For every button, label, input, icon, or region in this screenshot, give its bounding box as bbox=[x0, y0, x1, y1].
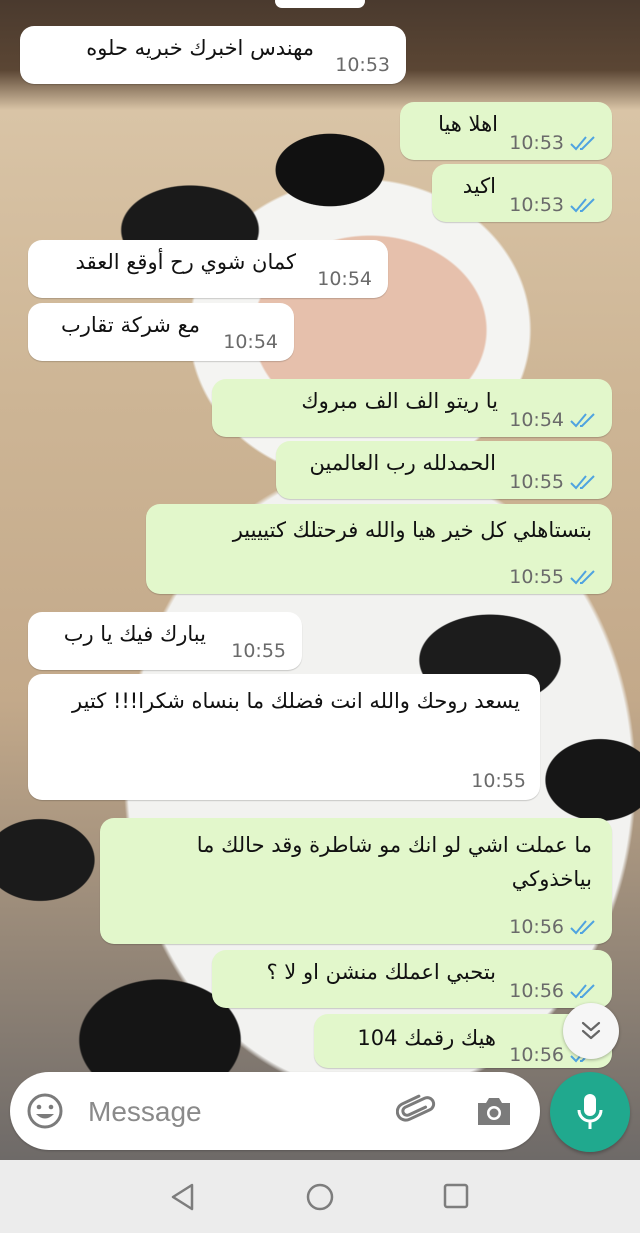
message-bubble-incoming[interactable]: يسعد روحك والله انت فضلك ما بنساه شكرا!!… bbox=[28, 674, 540, 800]
message-bubble-incoming[interactable]: مهندس اخبرك خبريه حلوه 10:53 bbox=[20, 26, 406, 84]
message-bubble-incoming[interactable]: مع شركة تقارب 10:54 bbox=[28, 303, 294, 361]
message-bubble-outgoing[interactable]: يا ريتو الف الف مبروك 10:54 bbox=[212, 379, 612, 437]
double-check-read-icon bbox=[570, 984, 595, 999]
home-circle-icon[interactable] bbox=[305, 1182, 335, 1212]
message-text: يا ريتو الف الف مبروك bbox=[301, 389, 498, 413]
double-check-read-icon bbox=[570, 920, 595, 935]
message-meta: 10:54 bbox=[509, 409, 598, 431]
message-input[interactable] bbox=[86, 1090, 390, 1134]
message-time: 10:55 bbox=[231, 640, 286, 662]
double-check-read-icon bbox=[570, 198, 595, 213]
message-time: 10:53 bbox=[335, 54, 390, 76]
scroll-to-bottom-button[interactable] bbox=[563, 1003, 619, 1059]
double-chevron-down-icon bbox=[581, 1021, 601, 1040]
message-text: يبارك فيك يا رب bbox=[63, 622, 206, 646]
double-check-read-icon bbox=[570, 570, 595, 585]
message-meta: 10:56 bbox=[509, 980, 598, 1002]
message-bubble-outgoing[interactable]: ما عملت اشي لو انك مو شاطرة وقد حالك ما … bbox=[100, 818, 612, 944]
message-text: يسعد روحك والله انت فضلك ما بنساه شكرا!!… bbox=[72, 689, 520, 713]
date-pill bbox=[275, 0, 365, 8]
message-bubble-outgoing[interactable]: بتستاهلي كل خير هيا والله فرحتلك كتيييير… bbox=[146, 504, 612, 594]
message-text: ما عملت اشي لو انك مو شاطرة وقد حالك ما … bbox=[196, 833, 592, 891]
message-meta: 10:53 bbox=[509, 194, 598, 216]
message-text: مهندس اخبرك خبريه حلوه bbox=[86, 36, 314, 60]
message-text: بتستاهلي كل خير هيا والله فرحتلك كتيييير bbox=[232, 518, 592, 542]
message-bubble-outgoing[interactable]: اهلا هيا 10:53 bbox=[400, 102, 612, 160]
message-text: اهلا هيا bbox=[438, 112, 498, 136]
message-text: بتحبي اعملك منشن او لا ؟ bbox=[266, 960, 496, 984]
message-bubble-outgoing[interactable]: اكيد 10:53 bbox=[432, 164, 612, 222]
voice-record-button[interactable] bbox=[550, 1072, 630, 1152]
message-bubble-incoming[interactable]: يبارك فيك يا رب 10:55 bbox=[28, 612, 302, 670]
message-time: 10:55 bbox=[471, 770, 526, 792]
message-text: اكيد bbox=[462, 174, 496, 198]
message-text: هيك رقمك 104 bbox=[357, 1026, 496, 1050]
message-bubble-outgoing[interactable]: بتحبي اعملك منشن او لا ؟ 10:56 bbox=[212, 950, 612, 1008]
double-check-read-icon bbox=[570, 136, 595, 151]
camera-icon[interactable] bbox=[474, 1092, 514, 1130]
system-navigation-bar bbox=[0, 1160, 640, 1233]
emoji-icon[interactable] bbox=[26, 1092, 64, 1130]
message-meta: 10:53 bbox=[509, 132, 598, 154]
back-triangle-icon[interactable] bbox=[168, 1182, 198, 1212]
message-meta: 10:56 bbox=[509, 916, 598, 938]
message-text: مع شركة تقارب bbox=[61, 313, 200, 337]
message-time: 10:54 bbox=[317, 268, 372, 290]
message-text: الحمدلله رب العالمين bbox=[309, 451, 496, 475]
message-composer bbox=[10, 1072, 540, 1150]
message-bubble-outgoing[interactable]: الحمدلله رب العالمين 10:55 bbox=[276, 441, 612, 499]
message-time: 10:54 bbox=[223, 331, 278, 353]
message-meta: 10:55 bbox=[509, 566, 598, 588]
message-meta: 10:55 bbox=[509, 471, 598, 493]
microphone-icon bbox=[577, 1094, 603, 1129]
message-text: كمان شوي رح أوقع العقد bbox=[75, 250, 296, 274]
double-check-read-icon bbox=[570, 475, 595, 490]
paperclip-icon[interactable] bbox=[396, 1090, 436, 1130]
message-bubble-incoming[interactable]: كمان شوي رح أوقع العقد 10:54 bbox=[28, 240, 388, 298]
double-check-read-icon bbox=[570, 413, 595, 428]
recents-square-icon[interactable] bbox=[442, 1182, 470, 1210]
